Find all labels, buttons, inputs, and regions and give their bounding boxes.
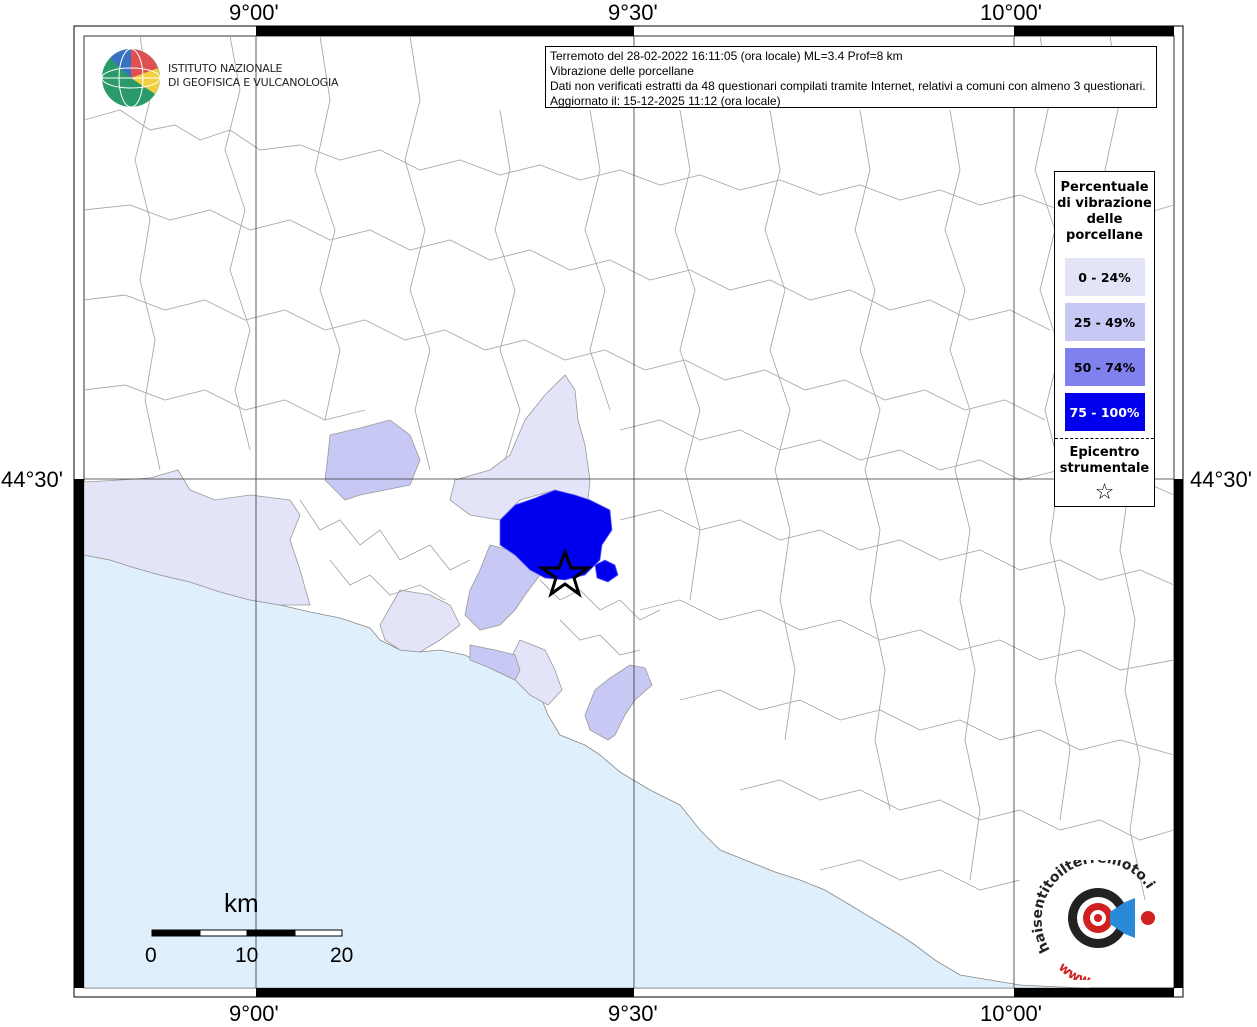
coord-bottom-1: 9°00' bbox=[229, 1001, 279, 1026]
hst-logo-url: www. bbox=[1055, 960, 1095, 980]
data-note: Dati non verificati estratti da 48 quest… bbox=[550, 79, 1146, 93]
coord-top-2: 9°30' bbox=[608, 0, 658, 25]
coord-bottom-2: 9°30' bbox=[608, 1001, 658, 1026]
legend-title-line: di vibrazione bbox=[1057, 196, 1152, 211]
legend-item-75-100: 75 - 100% bbox=[1064, 393, 1145, 431]
legend-item-25-49: 25 - 49% bbox=[1064, 303, 1145, 341]
coord-bottom-3: 10°00' bbox=[980, 1001, 1042, 1026]
scale-tick-0: 0 bbox=[145, 944, 157, 967]
haisentito-logo-icon[interactable]: haisentitoilterremoto.it www. bbox=[1030, 860, 1170, 980]
ingv-line-1: ISTITUTO NAZIONALE bbox=[168, 62, 283, 75]
svg-text:www.: www. bbox=[1055, 960, 1095, 980]
legend-item-0-24: 0 - 24% bbox=[1064, 258, 1145, 296]
coord-top-1: 9°00' bbox=[229, 0, 279, 25]
event-title: Terremoto del 28-02-2022 16:11:05 (ora l… bbox=[550, 49, 903, 63]
map-subtitle: Vibrazione delle porcellane bbox=[550, 64, 694, 78]
legend-title-line: porcellane bbox=[1066, 228, 1143, 243]
updated-time: Aggiornato il: 15-12-2025 11:12 (ora loc… bbox=[550, 94, 781, 108]
ingv-line-2: DI GEOFISICA E VULCANOLOGIA bbox=[168, 76, 339, 89]
coord-top-3: 10°00' bbox=[980, 0, 1042, 25]
scale-unit: km bbox=[224, 888, 259, 918]
scale-tick-20: 20 bbox=[330, 944, 354, 967]
legend-epi-line: strumentale bbox=[1059, 461, 1150, 476]
legend-title-line: delle bbox=[1086, 212, 1123, 227]
legend-title-line: Percentuale bbox=[1060, 180, 1149, 195]
scale-tick-10: 10 bbox=[235, 944, 259, 967]
event-info-box: Terremoto del 28-02-2022 16:11:05 (ora l… bbox=[545, 46, 1157, 108]
coord-left: 44°30' bbox=[1, 467, 63, 492]
legend-divider bbox=[1055, 438, 1154, 439]
legend-item-50-74: 50 - 74% bbox=[1064, 348, 1145, 386]
legend-epi-line: Epicentro bbox=[1069, 445, 1140, 460]
legend-title: Percentuale di vibrazione delle porcella… bbox=[1055, 180, 1154, 244]
legend-star-icon: ☆ bbox=[1094, 480, 1115, 505]
legend-epicenter-label: Epicentro strumentale bbox=[1055, 445, 1154, 477]
ingv-name: ISTITUTO NAZIONALE DI GEOFISICA E VULCAN… bbox=[168, 62, 339, 90]
legend: Percentuale di vibrazione delle porcella… bbox=[1054, 171, 1155, 507]
scale-bar bbox=[151, 929, 343, 937]
coord-right: 44°30' bbox=[1190, 467, 1252, 492]
